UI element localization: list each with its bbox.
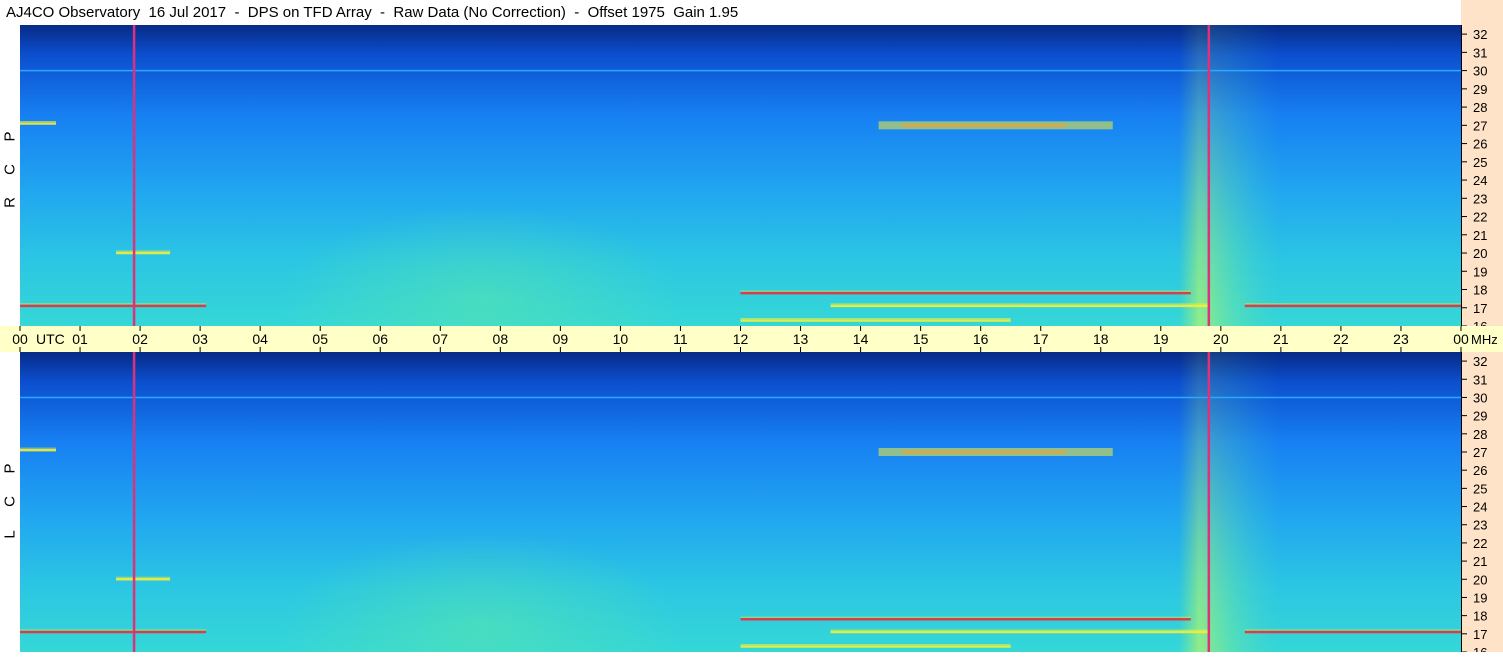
frequency-tick-label: 17	[1473, 301, 1487, 316]
utc-tick-label: 15	[913, 331, 929, 347]
utc-tick-label: 03	[192, 331, 208, 347]
utc-tick-label: 04	[252, 331, 268, 347]
utc-tick-label: 00	[1453, 331, 1469, 347]
frequency-tick-label: 27	[1473, 445, 1487, 460]
utc-unit-label: UTC	[36, 331, 65, 347]
lcp-spectrogram-plot	[20, 352, 1461, 652]
frequency-tick-label: 23	[1473, 191, 1487, 206]
rcp-frequency-axis: 32 31 30 29 28 27 26 25 24 23 22 21 20 19 18 17 16	[1461, 25, 1503, 326]
lcp-panel-label: P C L	[0, 452, 20, 551]
frequency-tick-label: 22	[1473, 210, 1487, 225]
burst-band-core	[902, 123, 1066, 127]
frequency-tick-label: 29	[1473, 409, 1487, 424]
utc-tick-label: 10	[613, 331, 629, 347]
utc-tick-label: 08	[493, 331, 509, 347]
utc-tick-label: 00	[12, 331, 28, 347]
frequency-tick-label: 28	[1473, 100, 1487, 115]
utc-tick-label: 07	[433, 331, 449, 347]
frequency-tick-label: 26	[1473, 137, 1487, 152]
utc-tick-label: 13	[793, 331, 809, 347]
frequency-tick-label: 25	[1473, 155, 1487, 170]
utc-tick-label: 14	[853, 331, 869, 347]
frequency-tick-label: 28	[1473, 427, 1487, 442]
burst-band-core	[902, 450, 1066, 454]
rcp-spectrogram	[20, 25, 1461, 326]
lcp-spectrogram	[20, 352, 1461, 652]
utc-tick-label: 19	[1153, 331, 1169, 347]
frequency-tick-label: 20	[1473, 572, 1487, 587]
frequency-tick-label: 26	[1473, 463, 1487, 478]
frequency-tick-label: 21	[1473, 554, 1487, 569]
utc-tick-label: 16	[973, 331, 989, 347]
frequency-tick-label: 24	[1473, 173, 1487, 188]
utc-tick-label: 09	[553, 331, 569, 347]
utc-tick-label: 02	[132, 331, 148, 347]
mhz-unit-label: MHz	[1471, 332, 1498, 347]
utc-tick-label: 23	[1393, 331, 1409, 347]
frequency-tick-label: 31	[1473, 372, 1487, 387]
utc-tick-label: 18	[1093, 331, 1109, 347]
utc-tick-label: 06	[372, 331, 388, 347]
frequency-tick-label: 16	[1473, 319, 1487, 326]
frequency-tick-label: 32	[1473, 354, 1487, 369]
frequency-tick-label: 16	[1473, 645, 1487, 652]
utc-tick-label: 17	[1033, 331, 1049, 347]
rcp-panel-label: P C R	[0, 120, 20, 219]
utc-tick-label: 20	[1213, 331, 1229, 347]
frequency-tick-label: 31	[1473, 45, 1487, 60]
utc-time-axis: 00 01 02 03 04 05 06 07 08 09 10 11 12 13 14 15 16 17 18 19…	[0, 326, 1503, 352]
frequency-tick-label: 17	[1473, 627, 1487, 642]
frequency-tick-label: 24	[1473, 500, 1487, 515]
frequency-tick-label: 25	[1473, 481, 1487, 496]
frequency-tick-label: 23	[1473, 518, 1487, 533]
axis-corner	[1461, 0, 1503, 25]
frequency-tick-label: 19	[1473, 590, 1487, 605]
utc-tick-label: 12	[733, 331, 749, 347]
utc-tick-label: 22	[1333, 331, 1349, 347]
frequency-tick-label: 18	[1473, 609, 1487, 624]
chart-title: AJ4CO Observatory 16 Jul 2017 - DPS on T…	[6, 4, 739, 21]
utc-tick-label: 01	[72, 331, 88, 347]
frequency-tick-label: 21	[1473, 228, 1487, 243]
frequency-tick-label: 19	[1473, 264, 1487, 279]
utc-time-axis-plot: 00 01 02 03 04 05 06 07 08 09 10 11 12 13 14 15 16 17 18 19…	[12, 326, 1498, 352]
frequency-tick-label: 32	[1473, 27, 1487, 42]
rcp-spectrogram-plot	[20, 25, 1461, 326]
frequency-tick-label: 27	[1473, 118, 1487, 133]
frequency-tick-label: 18	[1473, 283, 1487, 298]
utc-tick-label: 21	[1273, 331, 1289, 347]
frequency-tick-label: 20	[1473, 246, 1487, 261]
utc-tick-label: 11	[673, 331, 688, 347]
lcp-frequency-axis: 32 31 30 29 28 27 26 25 24 23 22 21 20 19 18 17 16	[1461, 352, 1503, 652]
frequency-tick-label: 22	[1473, 536, 1487, 551]
utc-tick-label: 05	[312, 331, 328, 347]
lcp-frequency-axis-plot: 32 31 30 29 28 27 26 25 24 23 22 21 20 19 18 17 16	[1461, 352, 1487, 652]
rcp-frequency-axis-plot: 32 31 30 29 28 27 26 25 24 23 22 21 20 19 18 17 16	[1461, 25, 1487, 326]
frequency-tick-label: 29	[1473, 82, 1487, 97]
frequency-tick-label: 30	[1473, 390, 1487, 405]
frequency-tick-label: 30	[1473, 64, 1487, 79]
